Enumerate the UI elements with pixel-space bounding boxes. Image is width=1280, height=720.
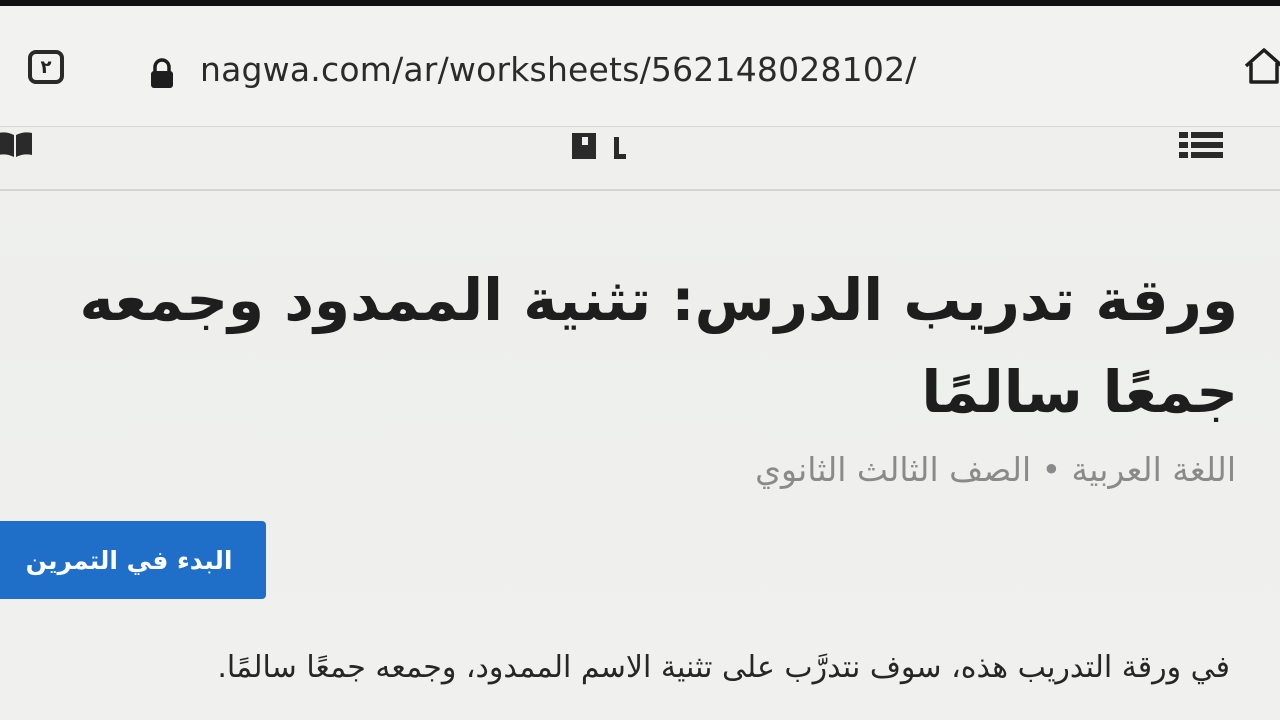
tab-counter-button[interactable]: ٢	[28, 50, 64, 84]
nagwa-logo-icon[interactable]	[570, 127, 630, 163]
site-toolbar	[0, 126, 1280, 191]
browser-screen: ٢ nagwa.com/ar/worksheets/562148028102/	[0, 0, 1280, 720]
worksheet-content: ورقة تدريب الدرس: تثنية الممدود وجمعه جم…	[0, 188, 1280, 720]
menu-icon[interactable]	[1176, 129, 1226, 159]
address-bar: ٢ nagwa.com/ar/worksheets/562148028102/	[0, 6, 1280, 126]
subject-breadcrumb: اللغة العربية • الصف الثالث الثانوي	[755, 450, 1236, 489]
start-practice-button[interactable]: البدء في التمرين	[0, 521, 266, 599]
home-icon[interactable]	[1240, 44, 1280, 88]
lock-icon	[151, 58, 173, 88]
url-text[interactable]: nagwa.com/ar/worksheets/562148028102/	[200, 50, 917, 89]
book-icon[interactable]	[0, 129, 36, 159]
worksheet-description: في ورقة التدريب هذه، سوف نتدرَّب على تثن…	[217, 650, 1230, 685]
page-title: ورقة تدريب الدرس: تثنية الممدود وجمعه جم…	[79, 266, 1238, 426]
